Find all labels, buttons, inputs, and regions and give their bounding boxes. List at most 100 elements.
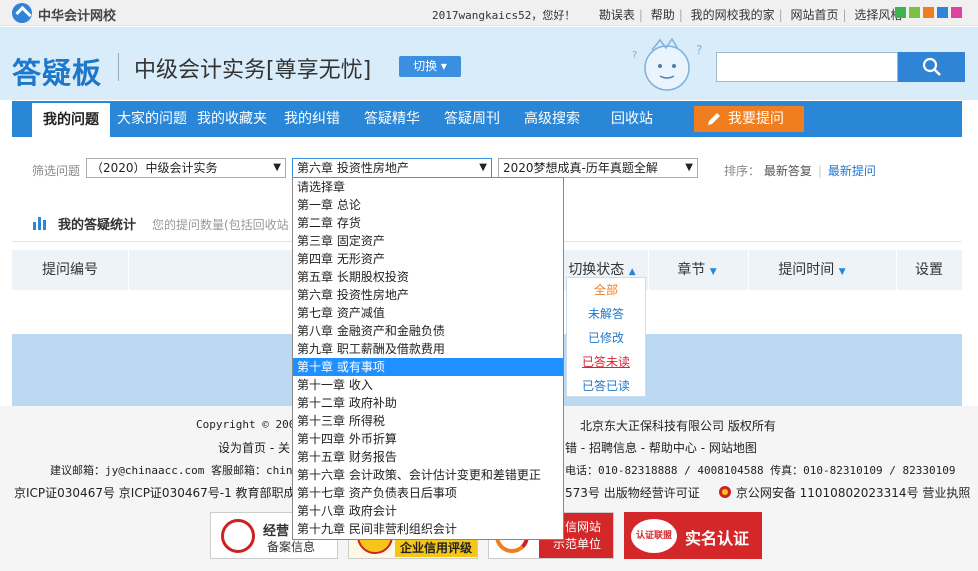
theme-swatch-pink[interactable] [951,7,962,18]
theme-swatch-lime[interactable] [909,7,920,18]
switch-course-button[interactable]: 切换 ▾ [399,56,461,77]
badge-real-name[interactable]: 认证联盟 实名认证 [624,512,762,559]
top-links: 2017wangkaics52，您好！ 勘误表 | 帮助 | 我的网校我的家 | 网站… [432,6,903,23]
col-divider [748,250,749,290]
search-input[interactable] [716,52,898,82]
user-greeting: 2017wangkaics52，您好！ [432,9,576,22]
col-question-time[interactable]: 提问时间 ▼ [752,250,872,290]
svg-text:?: ? [632,50,637,61]
chapter-option[interactable]: 第三章 固定资产 [293,232,563,250]
pencil-icon [708,113,720,125]
ask-question-button[interactable]: 我要提问 [694,106,804,132]
chapter-option[interactable]: 第十二章 政府补助 [293,394,563,412]
dropdown-arrow-icon: ▼ [685,162,693,173]
search-icon [922,57,941,76]
col-divider [128,250,129,290]
chinaacc-logo-icon[interactable] [12,3,32,23]
chapter-option[interactable]: 第五章 长期股权投资 [293,268,563,286]
chapter-select[interactable]: 第六章 投资性房地产 ▼ [292,158,492,178]
theme-swatch-blue[interactable] [937,7,948,18]
status-answered-unread[interactable]: 已答未读 [567,350,645,374]
theme-swatch-green[interactable] [895,7,906,18]
bar-chart-icon [33,217,46,230]
chapter-option[interactable]: 第九章 职工薪酬及借款费用 [293,340,563,358]
status-modified[interactable]: 已修改 [567,326,645,350]
badge-business-label: 经营 [263,524,290,539]
chapter-option[interactable]: 第十五章 财务报告 [293,448,563,466]
chapter-option[interactable]: 第八章 金融资产和金融负债 [293,322,563,340]
badge-credit-label: 企业信用评级 [395,539,477,557]
tab-my-favorites[interactable]: 我的收藏夹 [192,101,272,137]
chapter-option[interactable]: 第十八章 政府会计 [293,502,563,520]
col-chapter[interactable]: 章节 ▼ [652,250,742,290]
tab-qa-essence[interactable]: 答疑精华 [354,101,430,137]
status-filter-menu: 全部 未解答 已修改 已答未读 已答已读 [566,277,646,397]
chapter-option[interactable]: 第六章 投资性房地产 [293,286,563,304]
police-badge-icon [719,486,731,498]
tab-advanced-search[interactable]: 高级搜索 [514,101,590,137]
caret-down-icon: ▼ [709,267,717,277]
dropdown-arrow-icon: ▼ [479,162,487,173]
stats-subtitle: 您的提问数量(包括回收站 [152,218,289,232]
badge-filing-label: 备案信息 [267,540,316,554]
chapter-option[interactable]: 第十三章 所得税 [293,412,563,430]
col-switch-status-label: 切换状态 [568,262,625,278]
sort-label: 排序： [724,164,761,178]
chapter-option[interactable]: 第十六章 会计政策、会计估计变更和差错更正 [293,466,563,484]
switch-label: 切换 [413,59,438,73]
course-select[interactable]: （2020）中级会计实务 ▼ [86,158,286,178]
status-unanswered[interactable]: 未解答 [567,302,645,326]
link-help[interactable]: 帮助 [651,6,675,23]
footer-links-right[interactable]: 错 - 招聘信息 - 帮助中心 - 网站地图 [565,439,757,456]
chapter-select-value: 第六章 投资性房地产 [297,161,409,175]
footer-icp-mid[interactable]: 573号 出版物经营许可证 [565,484,700,501]
link-my-home[interactable]: 我的网校我的家 [691,6,775,23]
site-logo-text[interactable]: 中华会计网校 [38,5,116,24]
dropdown-arrow-icon: ▼ [273,162,281,173]
tab-recycle-bin[interactable]: 回收站 [594,101,670,137]
chapter-option[interactable]: 第一章 总论 [293,196,563,214]
footer-icp-left[interactable]: 京ICP证030467号 京ICP证030467号-1 教育部职成 [14,484,296,501]
chapter-option[interactable]: 第十一章 收入 [293,376,563,394]
chapter-dropdown-list: 请选择章 第一章 总论 第二章 存货 第三章 固定资产 第四章 无形资产 第五章 长期股权… [292,177,564,540]
chapter-option[interactable]: 请选择章 [293,178,563,196]
filter-label: 筛选问题 [32,164,81,178]
chapter-option[interactable]: 第十九章 民间非营利组织会计 [293,520,563,538]
stats-title: 我的答疑统计 [58,218,137,233]
main-nav: 我的问题 大家的问题 我的收藏夹 我的纠错 答疑精华 答疑周刊 高级搜索 回收站… [12,101,962,137]
sort-latest-question[interactable]: 最新提问 [828,164,876,178]
footer-links-left[interactable]: 设为首页 - 关 [218,439,290,456]
chapter-option[interactable]: 第四章 无形资产 [293,250,563,268]
red-seal-icon [221,519,255,553]
footer-icp-right[interactable]: 京公网安备 11010802023314号 营业执照 [718,484,970,501]
chapter-option[interactable]: 第七章 资产减值 [293,304,563,322]
sort-latest-reply[interactable]: 最新答复 [764,164,812,178]
caret-up-icon: ▲ [628,267,636,277]
footer-copyright-left: Copyright © 200 [196,418,296,431]
chapter-option[interactable]: 第二章 存货 [293,214,563,232]
cert-alliance-logo: 认证联盟 [631,519,677,553]
footer-icp-right-text: 京公网安备 11010802023314号 营业执照 [735,486,971,500]
col-settings: 设置 [915,262,943,278]
link-site-home[interactable]: 网站首页 [791,6,839,23]
status-all[interactable]: 全部 [567,278,645,302]
theme-swatches [895,7,965,22]
search-button[interactable] [898,52,965,82]
link-errata[interactable]: 勘误表 [599,6,635,23]
course-title: 中级会计实务[尊享无忧] [134,58,372,83]
tab-everyones-questions[interactable]: 大家的问题 [112,101,192,137]
chapter-option[interactable]: 第十四章 外币折算 [293,430,563,448]
chapter-option[interactable]: 第十七章 资产负债表日后事项 [293,484,563,502]
theme-swatch-orange[interactable] [923,7,934,18]
caret-down-icon: ▼ [838,267,846,277]
tab-my-questions[interactable]: 我的问题 [32,103,110,137]
col-chapter-label: 章节 [677,262,706,278]
col-divider [648,250,649,290]
status-answered-read[interactable]: 已答已读 [567,374,645,398]
tab-my-corrections[interactable]: 我的纠错 [274,101,350,137]
book-select[interactable]: 2020梦想成真-历年真题全解 ▼ [498,158,698,178]
tab-qa-weekly[interactable]: 答疑周刊 [434,101,510,137]
footer-copyright-right: 北京东大正保科技有限公司 版权所有 [580,419,776,433]
badge-real-name-label: 实名认证 [685,529,750,548]
chapter-option[interactable]: 第十章 或有事项 [293,358,563,376]
